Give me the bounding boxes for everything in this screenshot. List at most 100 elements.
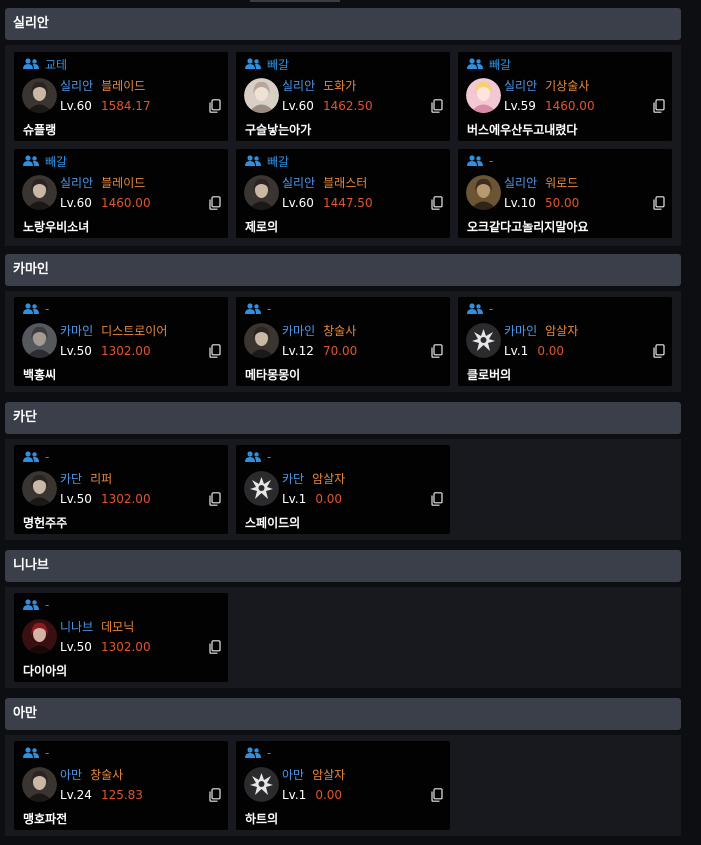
users-icon — [23, 451, 39, 463]
character-card[interactable]: - 실리안 워로드 Lv.10 50.00 오크같다고놀리지말아요 — [458, 149, 672, 238]
character-name: 다이아의 — [23, 664, 68, 678]
item-level: 50.00 — [544, 196, 580, 210]
character-portrait-icon — [22, 471, 57, 506]
server-name: 카단 — [60, 472, 83, 486]
character-level: Lv.60 — [60, 196, 92, 210]
level-line: Lv.24 125.83 — [60, 788, 143, 802]
item-level: 1584.17 — [100, 99, 151, 113]
server-class-line: 아만 창술사 — [60, 766, 123, 783]
character-level: Lv.59 — [504, 99, 536, 113]
party-label: - — [45, 302, 50, 316]
server-name: 실리안 — [282, 176, 316, 190]
class-name: 암살자 — [312, 472, 346, 486]
users-icon — [23, 303, 39, 315]
users-icon — [467, 58, 483, 70]
party-tag: - — [467, 302, 493, 316]
server-class-line: 실리안 워로드 — [504, 174, 578, 191]
level-line: Lv.60 1462.50 — [282, 99, 373, 113]
server-name: 실리안 — [60, 79, 94, 93]
character-card[interactable]: - 카마인 암살자 Lv.1 0.00 클로버의 — [458, 297, 672, 386]
party-tag: 교테 — [23, 57, 68, 72]
party-label: - — [267, 302, 272, 316]
item-level: 1460.00 — [544, 99, 595, 113]
party-label: - — [45, 746, 50, 760]
character-card[interactable]: - 카마인 디스트로이어 Lv.50 1302.00 백홍씨 — [14, 297, 228, 386]
class-name: 블래스터 — [323, 176, 368, 190]
party-tag: - — [467, 154, 493, 168]
server-class-line: 실리안 도화가 — [282, 77, 356, 94]
party-label: - — [489, 302, 494, 316]
party-tag: - — [23, 746, 49, 760]
party-tag: - — [245, 450, 271, 464]
party-tag: - — [245, 302, 271, 316]
character-card[interactable]: - 아만 창술사 Lv.24 125.83 맹호파전 — [14, 741, 228, 830]
character-level: Lv.24 — [60, 788, 92, 802]
server-class-line: 실리안 블레이드 — [60, 77, 145, 94]
class-name: 리퍼 — [90, 472, 113, 486]
party-tag: 빼갈 — [245, 154, 289, 169]
character-portrait-icon — [466, 323, 501, 358]
character-card[interactable]: - 니나브 데모닉 Lv.50 1302.00 다이아의 — [14, 593, 228, 682]
character-name: 명헌주주 — [23, 516, 68, 530]
party-label: 빼갈 — [267, 57, 290, 72]
server-class-line: 카단 암살자 — [282, 470, 345, 487]
server-name: 실리안 — [282, 79, 316, 93]
server-class-line: 카마인 창술사 — [282, 322, 356, 339]
character-card[interactable]: 빼갈 실리안 블레이드 Lv.60 1460.00 노랑우비소녀 — [14, 149, 228, 238]
character-portrait-icon — [22, 78, 57, 113]
server-title: 실리안 — [13, 16, 49, 31]
character-level: Lv.60 — [282, 196, 314, 210]
server-header-kadan[interactable]: 카단 — [5, 402, 681, 434]
character-card[interactable]: - 카단 리퍼 Lv.50 1302.00 명헌주주 — [14, 445, 228, 534]
character-card[interactable]: - 카마인 창술사 Lv.12 70.00 메타몽몽이 — [236, 297, 450, 386]
character-name: 백홍씨 — [23, 368, 57, 382]
class-name: 데모닉 — [101, 620, 135, 634]
server-header-kamain[interactable]: 카마인 — [5, 254, 681, 286]
users-icon — [245, 58, 261, 70]
server-header-silian[interactable]: 실리안 — [5, 8, 681, 40]
class-name: 워로드 — [545, 176, 579, 190]
server-class-line: 카단 리퍼 — [60, 470, 112, 487]
server-header-aman[interactable]: 아만 — [5, 698, 681, 730]
character-portrait-icon — [22, 767, 57, 802]
item-level: 0.00 — [537, 344, 565, 358]
character-card[interactable]: 교테 실리안 블레이드 Lv.60 1584.17 슈플랭 — [14, 52, 228, 141]
users-icon — [245, 451, 261, 463]
item-level: 1302.00 — [100, 344, 151, 358]
server-name: 아만 — [282, 768, 305, 782]
server-class-line: 카마인 디스트로이어 — [60, 322, 167, 339]
character-portrait-icon — [244, 175, 279, 210]
users-icon — [467, 303, 483, 315]
character-card[interactable]: 빼갈 실리안 블래스터 Lv.60 1447.50 제로의 — [236, 149, 450, 238]
character-card[interactable]: 빼갈 실리안 기상술사 Lv.59 1460.00 버스에우산두고내렸다 — [458, 52, 672, 141]
top-scroll-edge — [250, 0, 340, 2]
party-label: 빼갈 — [45, 154, 68, 169]
party-tag: - — [245, 746, 271, 760]
server-name: 아만 — [60, 768, 83, 782]
character-level: Lv.60 — [282, 99, 314, 113]
server-name: 카마인 — [282, 324, 316, 338]
character-portrait-icon — [244, 78, 279, 113]
character-name: 메타몽몽이 — [245, 368, 301, 382]
users-icon — [245, 747, 261, 759]
character-card[interactable]: - 카단 암살자 Lv.1 0.00 스페이드의 — [236, 445, 450, 534]
users-icon — [245, 155, 261, 167]
character-level: Lv.10 — [504, 196, 536, 210]
server-title: 카단 — [13, 410, 37, 425]
class-name: 암살자 — [312, 768, 346, 782]
character-name: 스페이드의 — [245, 516, 301, 530]
server-name: 실리안 — [504, 176, 538, 190]
users-icon — [23, 747, 39, 759]
server-name: 카단 — [282, 472, 305, 486]
character-level: Lv.1 — [282, 788, 307, 802]
users-icon — [23, 58, 39, 70]
server-header-ninav[interactable]: 니나브 — [5, 550, 681, 582]
party-label: 교테 — [45, 57, 68, 72]
item-level: 0.00 — [315, 492, 343, 506]
character-name: 클로버의 — [467, 368, 512, 382]
character-card[interactable]: - 아만 암살자 Lv.1 0.00 하트의 — [236, 741, 450, 830]
server-class-line: 아만 암살자 — [282, 766, 345, 783]
character-card[interactable]: 빼갈 실리안 도화가 Lv.60 1462.50 구슬낳는아가 — [236, 52, 450, 141]
server-class-line: 실리안 기상술사 — [504, 77, 589, 94]
server-section-aman: - 아만 창술사 Lv.24 125.83 맹호파전 - 아만 암살자 Lv.1 0.00 하트의 — [5, 735, 681, 836]
